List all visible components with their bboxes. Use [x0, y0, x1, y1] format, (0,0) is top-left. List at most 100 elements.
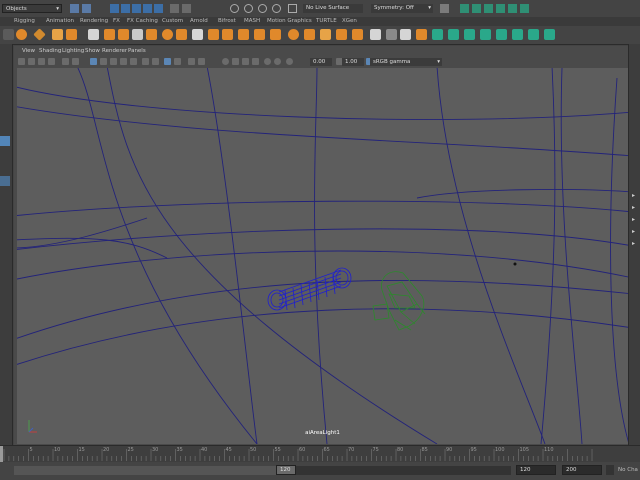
- shelf-tool-1-icon[interactable]: [52, 29, 63, 40]
- shelf-tool-4-icon[interactable]: [104, 29, 115, 40]
- snap-curve-icon[interactable]: [121, 4, 130, 13]
- shelf-tool-5-icon[interactable]: [118, 29, 129, 40]
- grid-icon[interactable]: [62, 58, 69, 65]
- sculpt-icon[interactable]: [440, 4, 449, 13]
- tab-mash[interactable]: MASH: [244, 18, 260, 24]
- shelf-tool-19-icon[interactable]: [336, 29, 347, 40]
- exposure-icon[interactable]: [222, 58, 229, 65]
- shelf-tool-11-icon[interactable]: [208, 29, 219, 40]
- bookmarks-icon[interactable]: [38, 58, 45, 65]
- active-tool-icon[interactable]: [0, 136, 10, 146]
- camera-attributes-icon[interactable]: [28, 58, 35, 65]
- shelf-tool-22-icon[interactable]: [386, 29, 397, 40]
- tab-rendering[interactable]: Rendering: [80, 18, 108, 24]
- chevron-right-icon[interactable]: ▸: [632, 192, 635, 199]
- tab-turtle[interactable]: TURTLE: [316, 18, 337, 24]
- shelf-tool-28-icon[interactable]: [480, 29, 491, 40]
- chevron-right-icon[interactable]: ▸: [632, 216, 635, 223]
- gamma-field[interactable]: 1.00: [342, 58, 364, 66]
- tab-motion-graphics[interactable]: Motion Graphics: [267, 18, 312, 24]
- shelf-menu-gear-icon[interactable]: [3, 29, 14, 40]
- select-by-hierarchy-icon[interactable]: [70, 4, 79, 13]
- tab-animation[interactable]: Animation: [46, 18, 74, 24]
- shelf-tool-16-icon[interactable]: [288, 29, 299, 40]
- tab-arnold[interactable]: Arnold: [190, 18, 208, 24]
- construction-history-icon[interactable]: [170, 4, 179, 13]
- color-mgmt-icon[interactable]: [264, 58, 271, 65]
- viewport-3d[interactable]: aiAreaLight1: [17, 68, 628, 444]
- shelf-tool-21-icon[interactable]: [370, 29, 381, 40]
- shadows-icon[interactable]: [130, 58, 137, 65]
- exposure-field[interactable]: 0.00: [310, 58, 332, 66]
- menu-shading[interactable]: Shading: [39, 48, 61, 54]
- exposure-slider-icon[interactable]: [286, 58, 293, 65]
- shelf-tool-13-icon[interactable]: [238, 29, 249, 40]
- tab-fx[interactable]: FX: [113, 18, 120, 24]
- menu-panels[interactable]: Panels: [128, 48, 146, 54]
- outliner-icon[interactable]: [520, 4, 529, 13]
- shelf-tool-2-icon[interactable]: [66, 29, 77, 40]
- chevron-right-icon[interactable]: ▸: [632, 228, 635, 235]
- shelf-tool-7-icon[interactable]: [146, 29, 157, 40]
- view-transform-icon[interactable]: [252, 58, 259, 65]
- shelf-tool-17-icon[interactable]: [304, 29, 315, 40]
- output-ops-icon[interactable]: [244, 4, 253, 13]
- tab-xgen[interactable]: XGen: [342, 18, 357, 24]
- shelf-tool-31-icon[interactable]: [528, 29, 539, 40]
- shelf-tool-8-icon[interactable]: [162, 29, 173, 40]
- shelf-tool-32-icon[interactable]: [544, 29, 555, 40]
- tab-rigging[interactable]: Rigging: [14, 18, 35, 24]
- diamond-icon[interactable]: [33, 28, 46, 41]
- menu-lighting[interactable]: Lighting: [62, 48, 84, 54]
- render-settings-icon[interactable]: [288, 4, 297, 13]
- layer-editor-icon[interactable]: [508, 4, 517, 13]
- isolate-select-icon[interactable]: [164, 58, 171, 65]
- layout-icon[interactable]: [0, 176, 10, 186]
- motion-blur-icon[interactable]: [152, 58, 159, 65]
- color-space-menu[interactable]: sRGB gamma ▾: [370, 58, 442, 66]
- smooth-shade-icon[interactable]: [100, 58, 107, 65]
- sphere-icon[interactable]: [16, 29, 27, 40]
- selected-mesh-wireframe[interactable]: [267, 267, 352, 311]
- menu-view[interactable]: View: [22, 48, 35, 54]
- textured-icon[interactable]: [110, 58, 117, 65]
- snap-point-icon[interactable]: [132, 4, 141, 13]
- range-track[interactable]: [291, 466, 511, 475]
- anim-end-field[interactable]: 120: [516, 465, 556, 475]
- tool-settings-icon[interactable]: [484, 4, 493, 13]
- channel-box-icon[interactable]: [496, 4, 505, 13]
- max-time-field[interactable]: 200: [562, 465, 602, 475]
- shelf-tool-29-icon[interactable]: [496, 29, 507, 40]
- chevron-right-icon[interactable]: ▸: [632, 240, 635, 247]
- shelf-tool-23-icon[interactable]: [400, 29, 411, 40]
- xray-active-icon[interactable]: [198, 58, 205, 65]
- chevron-right-icon[interactable]: ▸: [632, 204, 635, 211]
- exposure-reset-icon[interactable]: [232, 58, 239, 65]
- shelf-tool-30-icon[interactable]: [512, 29, 523, 40]
- attribute-editor-icon[interactable]: [472, 4, 481, 13]
- shelf-tool-20-icon[interactable]: [352, 29, 363, 40]
- select-camera-icon[interactable]: [18, 58, 25, 65]
- shelf-tool-25-icon[interactable]: [432, 29, 443, 40]
- tab-bifrost[interactable]: Bifrost: [218, 18, 236, 24]
- select-by-object-icon[interactable]: [82, 4, 91, 13]
- render-icon[interactable]: [182, 4, 191, 13]
- modeling-toolkit-icon[interactable]: [460, 4, 469, 13]
- tab-custom[interactable]: Custom: [162, 18, 183, 24]
- shelf-tool-14-icon[interactable]: [254, 29, 265, 40]
- film-gate-icon[interactable]: [72, 58, 79, 65]
- image-plane-icon[interactable]: [48, 58, 55, 65]
- selection-mode-menu[interactable]: Objects ▾: [2, 4, 62, 13]
- shelf-tool-12-icon[interactable]: [222, 29, 233, 40]
- ambient-occlusion-icon[interactable]: [142, 58, 149, 65]
- snap-surface-icon[interactable]: [154, 4, 163, 13]
- range-bar[interactable]: [14, 466, 290, 475]
- input-ops-icon[interactable]: [230, 4, 239, 13]
- xray-icon[interactable]: [174, 58, 181, 65]
- snap-view-icon[interactable]: [143, 4, 152, 13]
- use-lights-icon[interactable]: [120, 58, 127, 65]
- shelf-tool-26-icon[interactable]: [448, 29, 459, 40]
- snap-grid-icon[interactable]: [110, 4, 119, 13]
- range-end-field[interactable]: 120: [276, 465, 296, 475]
- menu-renderer[interactable]: Renderer: [102, 48, 127, 54]
